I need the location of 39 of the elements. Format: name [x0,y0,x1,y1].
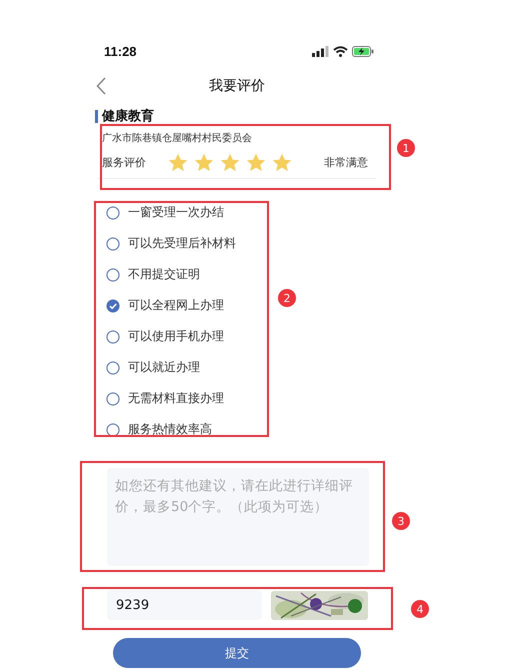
status-time: 11:28 [104,44,137,58]
option-item[interactable]: 可以全程网上办理 [106,290,256,321]
back-button[interactable] [96,77,106,95]
wifi-icon [333,46,348,56]
radio-icon[interactable] [106,330,120,344]
radio-icon[interactable] [106,206,120,220]
section-title: 健康教育 [102,108,154,125]
comment-field[interactable]: 如您还有其他建议，请在此进行详细评价，最多50个字。（此项为可选） [107,468,369,566]
battery-icon [352,46,374,56]
captcha-field[interactable]: 9239 [107,590,262,620]
page-title: 我要评价 [209,77,265,95]
annotation-number: 2 [278,289,296,307]
option-item[interactable]: 无需材料直接办理 [106,383,256,414]
option-item[interactable]: 不用提交证明 [106,259,256,290]
signal-icon [312,46,329,56]
star-icon[interactable] [194,153,214,172]
checked-radio-icon[interactable] [106,298,120,312]
radio-icon[interactable] [106,392,120,406]
option-item[interactable]: 一窗受理一次办结 [106,197,256,228]
star-icon[interactable] [272,153,292,172]
option-item[interactable]: 服务热情效率高 [106,414,256,445]
organization-name: 广水市陈巷镇仓屋嘴村村民委员会 [102,132,253,145]
radio-icon[interactable] [106,360,120,374]
rating-text: 非常满意 [324,155,369,170]
section-marker [95,110,98,122]
submit-button[interactable]: 提交 [113,638,361,668]
option-item[interactable]: 可以使用手机办理 [106,321,256,352]
option-item[interactable]: 可以就近办理 [106,352,256,383]
annotation-number: 4 [411,600,429,618]
annotation-number: 3 [392,512,410,530]
annotation-number: 1 [397,139,415,157]
star-icon[interactable] [246,153,266,172]
radio-icon[interactable] [106,268,120,282]
radio-icon[interactable] [106,422,120,436]
rating-label: 服务评价 [102,155,147,170]
star-icon[interactable] [168,153,188,172]
option-item[interactable]: 可以先受理后补材料 [106,228,256,259]
radio-icon[interactable] [106,236,120,250]
star-icon[interactable] [220,153,240,172]
